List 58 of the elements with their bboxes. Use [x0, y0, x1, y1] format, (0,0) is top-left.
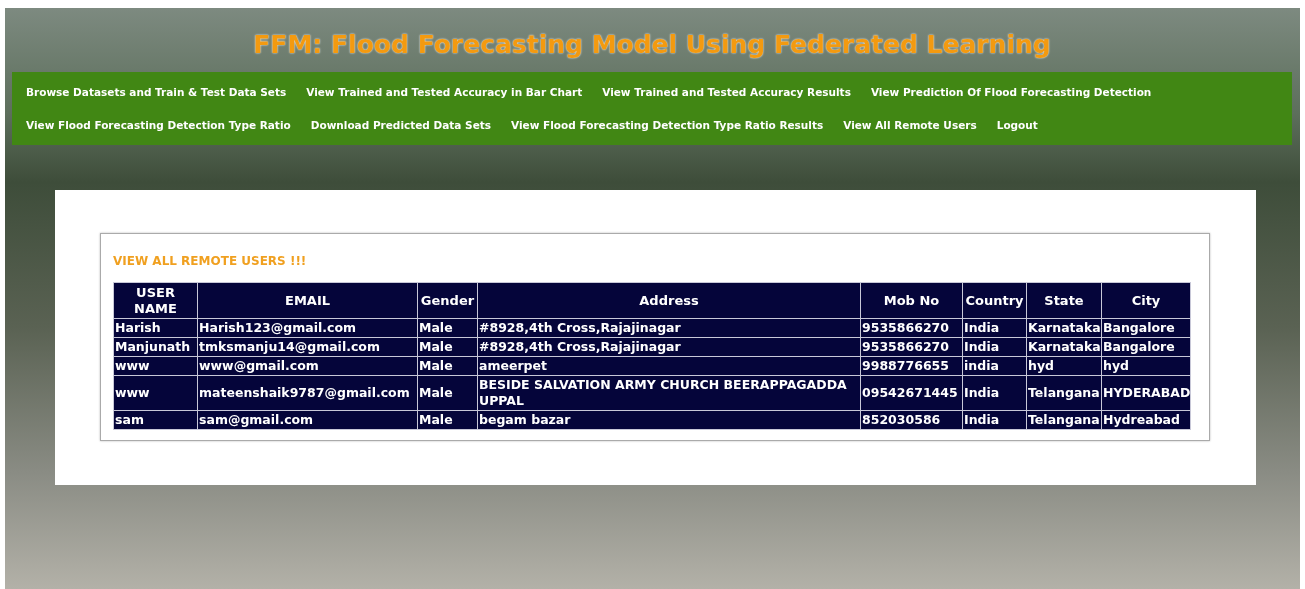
table-cell: #8928,4th Cross,Rajajinagar — [477, 318, 861, 338]
table-cell: Harish — [113, 318, 198, 338]
table-cell: sam — [113, 410, 198, 430]
table-cell: India — [962, 318, 1027, 338]
table-cell: sam@gmail.com — [197, 410, 418, 430]
table-cell: www@gmail.com — [197, 356, 418, 376]
table-cell: Telangana — [1026, 375, 1102, 411]
column-header: Mob No — [860, 282, 963, 319]
table-cell: HYDERABAD — [1101, 375, 1191, 411]
nav-link[interactable]: Browse Datasets and Train & Test Data Sets — [20, 76, 301, 109]
nav-link[interactable]: Download Predicted Data Sets — [304, 109, 506, 142]
table-cell: Bangalore — [1101, 337, 1191, 357]
column-header: EMAIL — [197, 282, 418, 319]
table-cell: www — [113, 375, 198, 411]
column-header: Country — [962, 282, 1027, 319]
nav-link[interactable]: View Flood Forecasting Detection Type Ratio — [20, 109, 305, 142]
table-cell: tmksmanju14@gmail.com — [197, 337, 418, 357]
table-cell: Male — [417, 356, 478, 376]
nav-link[interactable]: View Prediction Of Flood Forecasting Detection — [864, 76, 1166, 109]
table-cell: 09542671445 — [860, 375, 963, 411]
column-header: State — [1026, 282, 1102, 319]
table-cell: Male — [417, 337, 478, 357]
table-cell: Male — [417, 318, 478, 338]
table-cell: hyd — [1101, 356, 1191, 376]
column-header: Gender — [417, 282, 478, 319]
table-cell: Bangalore — [1101, 318, 1191, 338]
nav-link[interactable]: Logout — [990, 109, 1052, 142]
table-cell: Telangana — [1026, 410, 1102, 430]
table-cell: India — [962, 375, 1027, 411]
table-cell: Karnataka — [1026, 318, 1102, 338]
nav-link[interactable]: View All Remote Users — [837, 109, 991, 142]
table-cell: india — [962, 356, 1027, 376]
table-cell: 9988776655 — [860, 356, 963, 376]
table-cell: Male — [417, 375, 478, 411]
table-cell: India — [962, 337, 1027, 357]
table-cell: Manjunath — [113, 337, 198, 357]
table-cell: begam bazar — [477, 410, 861, 430]
table-cell: Harish123@gmail.com — [197, 318, 418, 338]
table-cell: Male — [417, 410, 478, 430]
table-cell: 852030586 — [860, 410, 963, 430]
table-cell: India — [962, 410, 1027, 430]
table-cell: Karnataka — [1026, 337, 1102, 357]
table-cell: 9535866270 — [860, 337, 963, 357]
column-header: USER NAME — [113, 282, 198, 319]
site-title: FFM: Flood Forecasting Model Using Federated Learning — [252, 29, 1052, 61]
table-cell: www — [113, 356, 198, 376]
nav-link[interactable]: View Flood Forecasting Detection Type Ratio Results — [505, 109, 838, 142]
table-cell: hyd — [1026, 356, 1102, 376]
nav-link[interactable]: View Trained and Tested Accuracy in Bar Chart — [300, 76, 597, 109]
table-cell: ameerpet — [477, 356, 861, 376]
section-heading: VIEW ALL REMOTE USERS !!! — [113, 254, 308, 268]
table-cell: Hydreabad — [1101, 410, 1191, 430]
table-cell: mateenshaik9787@gmail.com — [197, 375, 418, 411]
column-header: Address — [477, 282, 861, 319]
table-cell: 9535866270 — [860, 318, 963, 338]
nav-link[interactable]: View Trained and Tested Accuracy Results — [596, 76, 865, 109]
column-header: City — [1101, 282, 1191, 319]
table-cell: #8928,4th Cross,Rajajinagar — [477, 337, 861, 357]
